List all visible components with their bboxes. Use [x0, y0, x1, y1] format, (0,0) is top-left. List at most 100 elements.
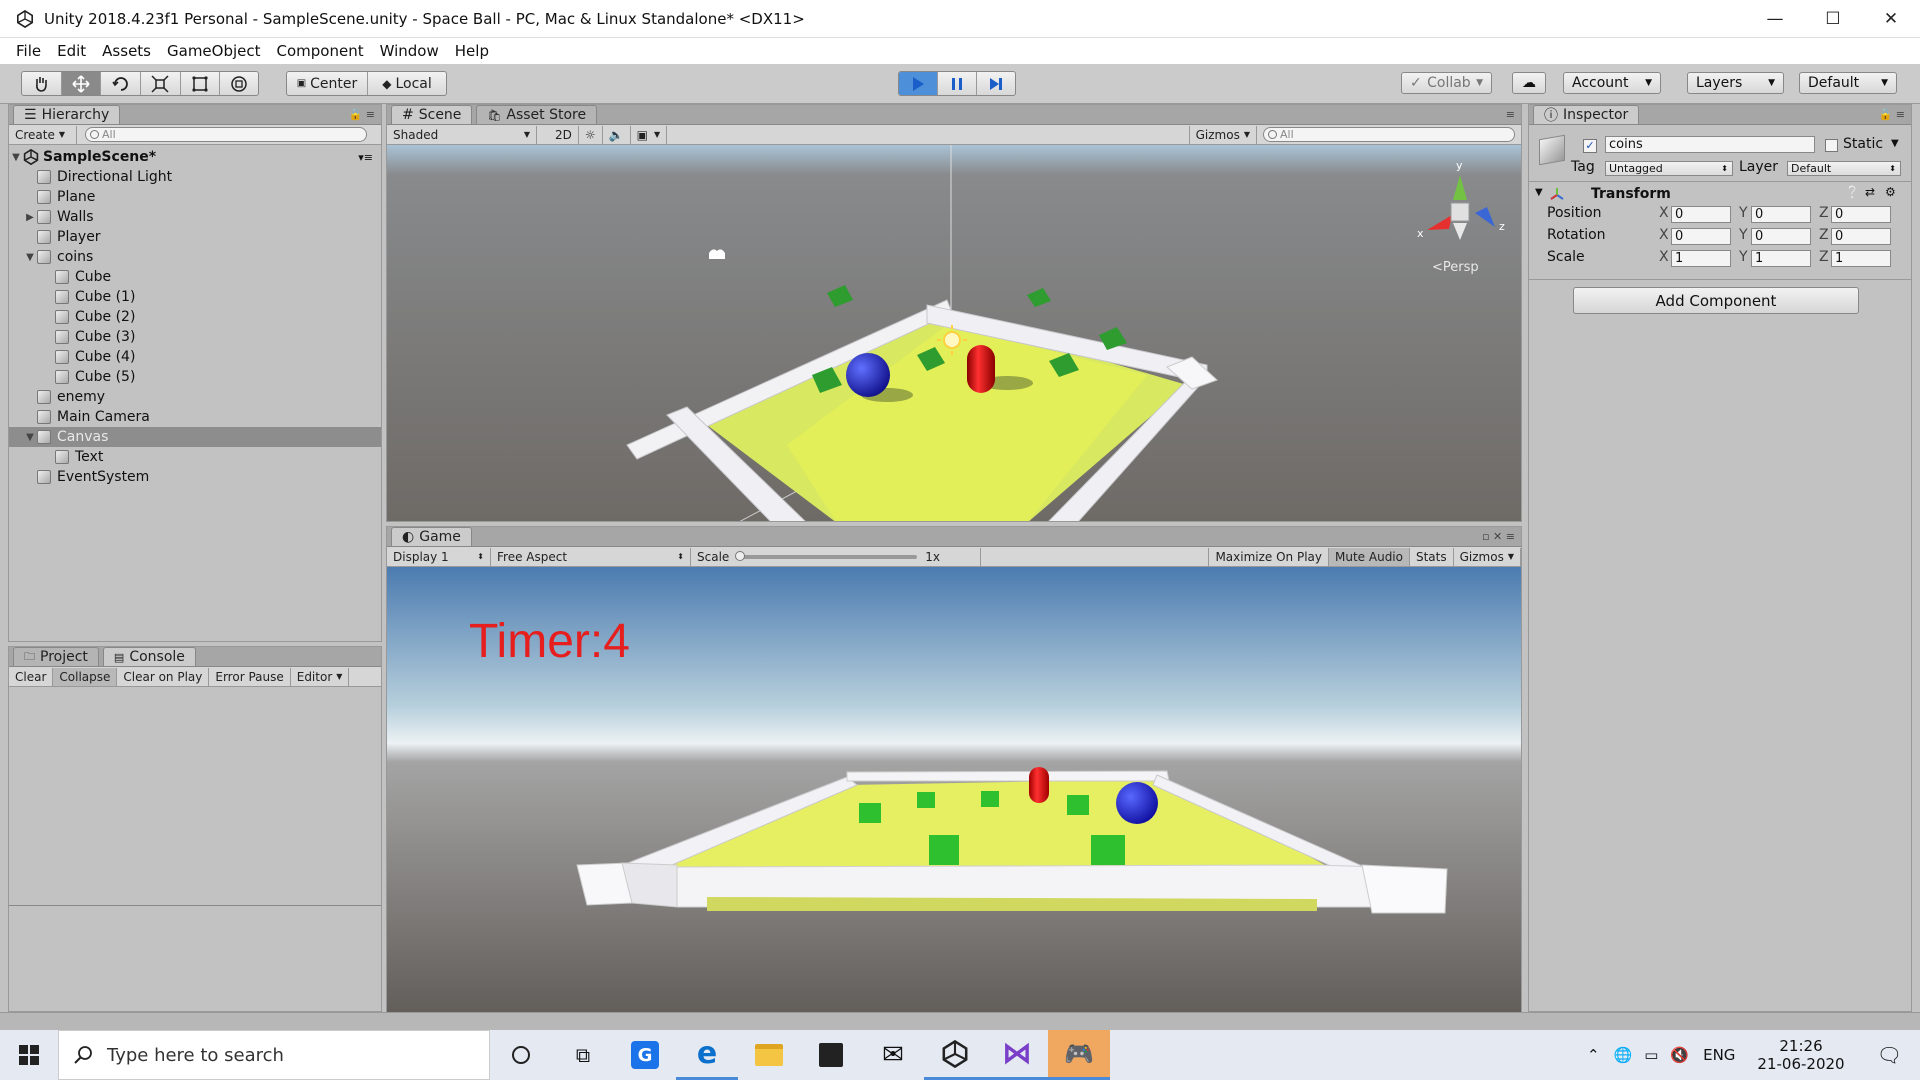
menu-edit[interactable]: Edit — [49, 42, 94, 60]
rotate-tool-button[interactable] — [101, 72, 142, 95]
taskbar-search[interactable]: Type here to search — [58, 1030, 490, 1080]
add-component-button[interactable]: Add Component — [1573, 287, 1859, 314]
tab-asset-store[interactable]: 🛍 Asset Store — [476, 105, 598, 124]
play-button[interactable] — [899, 72, 939, 95]
transform-y-field[interactable]: 0 — [1751, 228, 1811, 245]
gear-icon[interactable]: ⚙ — [1885, 185, 1896, 199]
hierarchy-item[interactable]: Cube (2) — [9, 307, 381, 327]
layer-dropdown[interactable]: Default ⬍ — [1787, 161, 1901, 176]
hierarchy-item[interactable]: EventSystem — [9, 467, 381, 487]
tab-console[interactable]: ▤ Console — [102, 647, 196, 666]
layout-dropdown[interactable]: Default ▼ — [1799, 72, 1897, 94]
menu-assets[interactable]: Assets — [94, 42, 159, 60]
create-dropdown[interactable]: Create ▼ — [9, 125, 77, 144]
transform-z-field[interactable]: 0 — [1831, 206, 1891, 223]
clock[interactable]: 21:26 21-06-2020 — [1743, 1037, 1858, 1073]
menu-help[interactable]: Help — [447, 42, 497, 60]
battery-icon[interactable]: ▭ — [1638, 1046, 1664, 1064]
clear-button[interactable]: Clear — [9, 667, 54, 686]
mail-taskbar-app[interactable]: ✉ — [862, 1030, 924, 1080]
hierarchy-item[interactable]: enemy — [9, 387, 381, 407]
panel-menu-icon[interactable]: 🔒 ≡ — [1879, 108, 1905, 121]
chrome-taskbar-app[interactable]: G — [614, 1030, 676, 1080]
scale-track[interactable] — [735, 550, 918, 561]
transform-tool-button[interactable] — [220, 72, 258, 95]
tab-inspector[interactable]: ⓘ Inspector — [1533, 105, 1640, 124]
menu-file[interactable]: File — [8, 42, 49, 60]
game-taskbar-app[interactable]: 🎮 — [1048, 1030, 1110, 1080]
local-toggle[interactable]: ◆ Local — [368, 72, 446, 95]
scene-menu-icon[interactable]: ▾≡ — [358, 151, 373, 164]
panel-menu-icon[interactable]: ≡ — [1506, 108, 1515, 121]
preset-icon[interactable]: ⇄ — [1865, 185, 1875, 199]
help-icon[interactable]: ❔ — [1845, 185, 1860, 199]
move-tool-button[interactable] — [61, 72, 102, 95]
hierarchy-item[interactable]: ▶ Walls — [9, 207, 381, 227]
hierarchy-item[interactable]: Player — [9, 227, 381, 247]
active-checkbox[interactable]: ✓ — [1583, 139, 1597, 153]
aspect-dropdown[interactable]: Free Aspect ⬍ — [491, 547, 691, 566]
hierarchy-item[interactable]: Directional Light — [9, 167, 381, 187]
lighting-toggle[interactable]: ☼ — [579, 125, 603, 144]
object-name-field[interactable]: coins — [1605, 136, 1815, 153]
transform-z-field[interactable]: 0 — [1831, 228, 1891, 245]
cloud-button[interactable]: ☁ — [1512, 72, 1546, 94]
fold-arrow-icon[interactable]: ▼ — [23, 252, 37, 263]
scene-root[interactable]: ▼ SampleScene* ▾≡ — [9, 147, 381, 167]
notification-icon[interactable]: 🗨 — [1859, 1043, 1920, 1067]
display-dropdown[interactable]: Display 1 ⬍ — [387, 547, 491, 566]
scale-thumb[interactable] — [735, 550, 746, 561]
hierarchy-item[interactable]: Cube (3) — [9, 327, 381, 347]
static-checkbox[interactable] — [1825, 139, 1838, 152]
fold-arrow-icon[interactable]: ▶ — [23, 212, 37, 223]
tag-dropdown[interactable]: Untagged ⬍ — [1605, 161, 1733, 176]
audio-toggle[interactable]: 🔈 — [603, 125, 631, 144]
panel-menu-icon[interactable]: ▫ ✕ ≡ — [1482, 530, 1515, 543]
fold-arrow-icon[interactable]: ▼ — [23, 432, 37, 443]
stats-toggle[interactable]: Stats — [1410, 547, 1454, 566]
close-button[interactable]: ✕ — [1862, 0, 1920, 38]
chevron-up-icon[interactable]: ⌃ — [1579, 1046, 1608, 1064]
chevron-down-icon[interactable]: ▼ — [1891, 138, 1899, 149]
maximize-button[interactable]: ☐ — [1804, 0, 1862, 38]
hand-tool-button[interactable] — [22, 72, 62, 95]
hierarchy-item[interactable]: Cube (5) — [9, 367, 381, 387]
scale-slider[interactable]: Scale 1x — [691, 547, 981, 566]
hierarchy-item[interactable]: ▼ coins — [9, 247, 381, 267]
scene-gizmos-dropdown[interactable]: Gizmos ▼ — [1188, 125, 1257, 144]
file-explorer-taskbar-app[interactable] — [738, 1030, 800, 1080]
tab-game[interactable]: ◐ Game — [391, 527, 472, 546]
transform-x-field[interactable]: 0 — [1671, 228, 1731, 245]
hierarchy-item[interactable]: Plane — [9, 187, 381, 207]
visual-studio-taskbar-app[interactable]: ⋈ — [986, 1030, 1048, 1080]
language-indicator[interactable]: ENG — [1695, 1046, 1743, 1064]
transform-x-field[interactable]: 1 — [1671, 250, 1731, 267]
pause-button[interactable] — [938, 72, 977, 95]
effects-dropdown[interactable]: ▣ ▼ — [631, 125, 668, 144]
collab-dropdown[interactable]: ✓ Collab ▼ — [1401, 72, 1492, 94]
step-button[interactable] — [977, 72, 1015, 95]
transform-x-field[interactable]: 0 — [1671, 206, 1731, 223]
edge-taskbar-app[interactable]: e — [676, 1030, 738, 1080]
account-dropdown[interactable]: Account ▼ — [1563, 72, 1661, 94]
hierarchy-item[interactable]: Cube (4) — [9, 347, 381, 367]
scale-tool-button[interactable] — [141, 72, 181, 95]
mute-audio-toggle[interactable]: Mute Audio — [1329, 547, 1410, 566]
panel-menu-icon[interactable]: 🔒 ≡ — [349, 108, 375, 121]
cortana-button[interactable] — [490, 1030, 552, 1080]
maximize-on-play-toggle[interactable]: Maximize On Play — [1208, 547, 1330, 566]
scene-viewport[interactable]: y x z <Persp — [387, 145, 1522, 522]
speaker-muted-icon[interactable]: 🔇 — [1664, 1046, 1695, 1064]
layers-dropdown[interactable]: Layers ▼ — [1687, 72, 1784, 94]
center-toggle[interactable]: ▣ Center — [287, 72, 368, 95]
tab-project[interactable]: 🗀 Project — [13, 647, 99, 666]
rect-tool-button[interactable] — [181, 72, 221, 95]
store-taskbar-app[interactable] — [800, 1030, 862, 1080]
menu-component[interactable]: Component — [269, 42, 372, 60]
minimize-button[interactable]: — — [1746, 0, 1804, 38]
game-viewport[interactable]: Timer:4 — [387, 567, 1522, 1030]
hierarchy-item[interactable]: Cube — [9, 267, 381, 287]
shading-dropdown[interactable]: Shaded ▼ — [387, 125, 537, 144]
hierarchy-item[interactable]: ▼ Canvas — [9, 427, 381, 447]
fold-arrow-icon[interactable]: ▼ — [1535, 187, 1543, 198]
